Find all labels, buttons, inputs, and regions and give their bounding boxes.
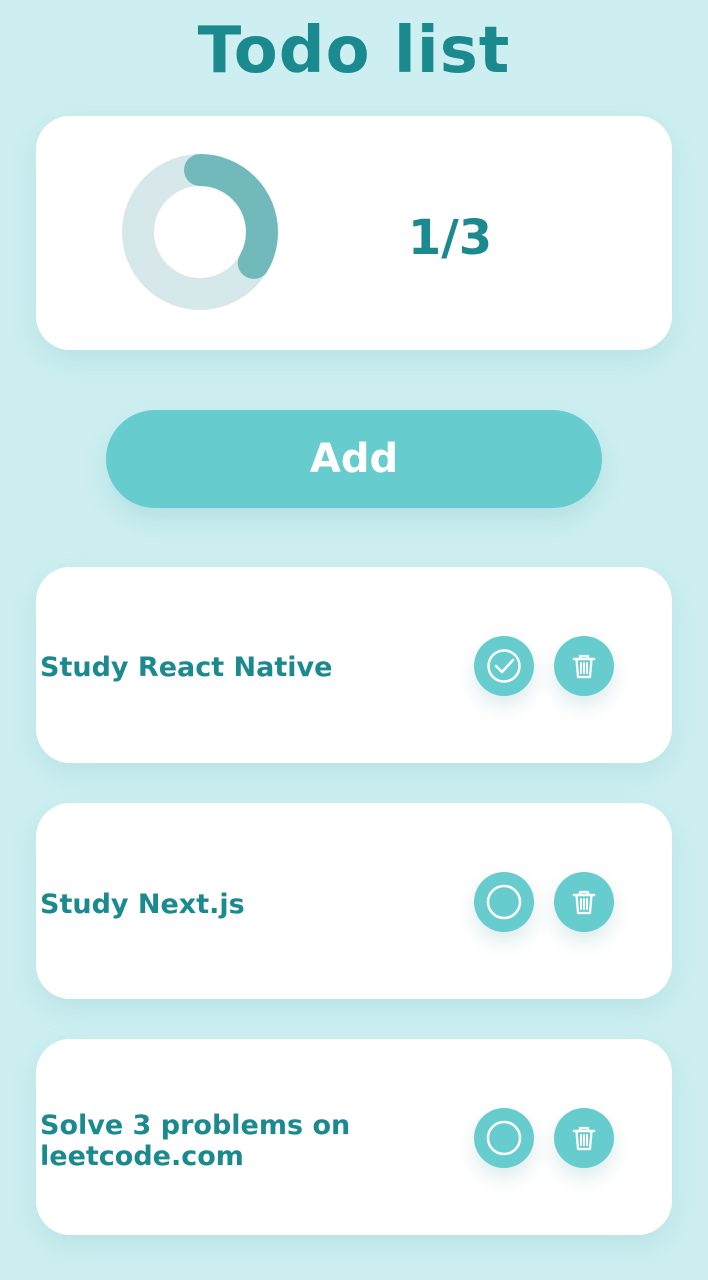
delete-button[interactable] <box>554 1108 614 1168</box>
complete-toggle-button[interactable] <box>474 636 534 696</box>
todo-text: Study Next.js <box>40 889 245 920</box>
complete-toggle-button[interactable] <box>474 1108 534 1168</box>
empty-circle-icon <box>486 884 522 920</box>
progress-count: 1/3 <box>407 210 493 266</box>
delete-button[interactable] <box>554 872 614 932</box>
page-title: Todo list <box>197 14 511 88</box>
progress-ring <box>122 154 278 310</box>
delete-button[interactable] <box>554 636 614 696</box>
empty-circle-icon <box>486 1120 522 1156</box>
trash-icon <box>572 890 596 915</box>
check-circle-icon <box>487 649 521 683</box>
trash-icon <box>572 654 596 679</box>
todo-text: Solve 3 problems on leetcode.com <box>40 1110 351 1172</box>
todo-text: Study React Native <box>40 652 333 683</box>
complete-toggle-button[interactable] <box>474 872 534 932</box>
trash-icon <box>572 1126 596 1151</box>
add-button[interactable]: Add <box>106 410 602 508</box>
